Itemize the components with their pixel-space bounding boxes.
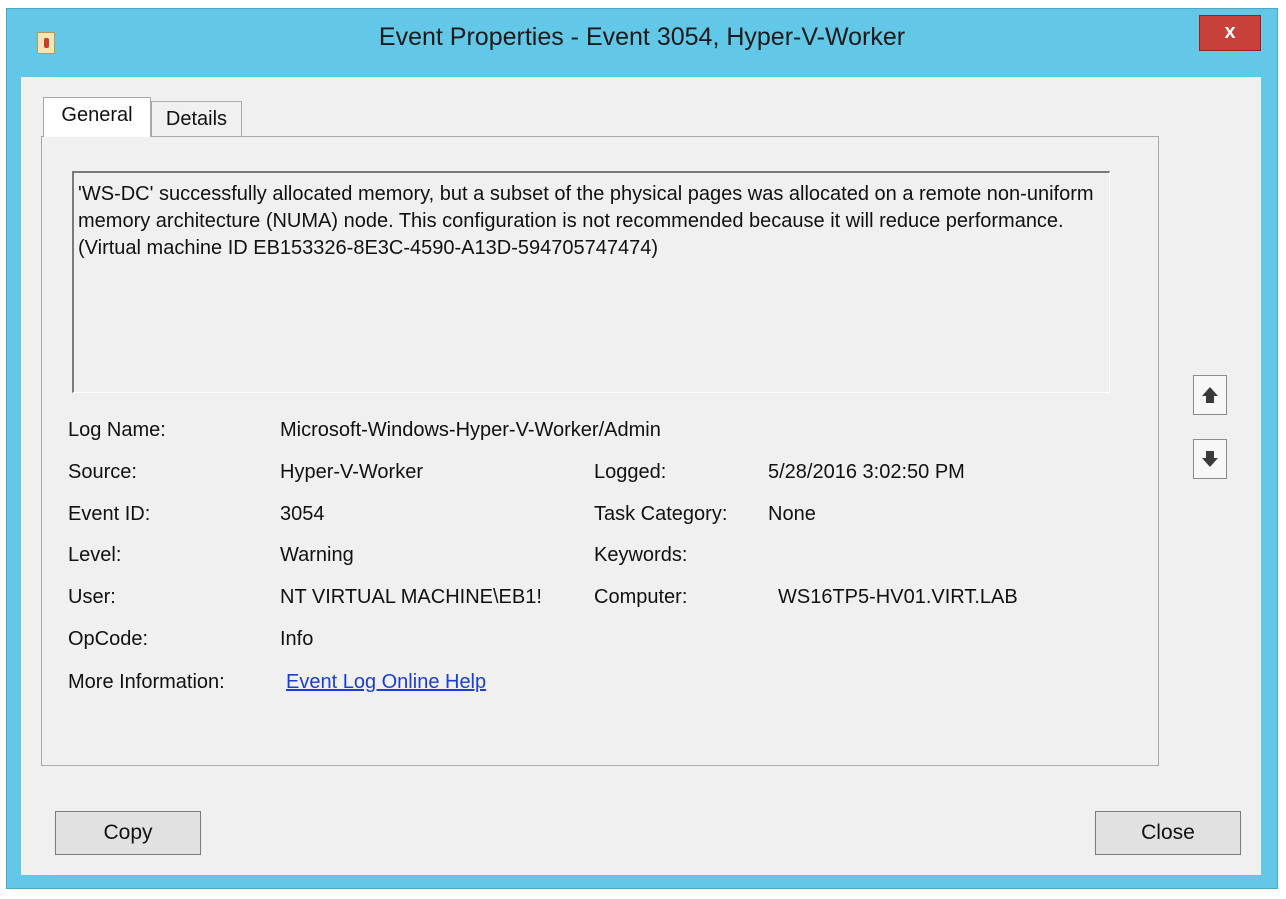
- tab-general[interactable]: General: [43, 97, 151, 137]
- event-properties-window: Event Properties - Event 3054, Hyper-V-W…: [6, 8, 1278, 889]
- next-event-button[interactable]: [1193, 439, 1227, 479]
- event-id-label: Event ID:: [68, 503, 151, 525]
- dialog-client-area: General Details 'WS-DC' successfully all…: [21, 77, 1261, 875]
- level-label: Level:: [68, 544, 122, 566]
- more-information-label: More Information:: [68, 671, 225, 693]
- event-id-value[interactable]: 3054: [280, 503, 325, 526]
- copy-button[interactable]: Copy: [55, 811, 201, 855]
- log-name-label: Log Name:: [68, 419, 166, 441]
- arrow-down-icon: [1202, 451, 1218, 467]
- source-value[interactable]: Hyper-V-Worker: [280, 461, 423, 484]
- logged-label: Logged:: [594, 461, 667, 483]
- task-category-value[interactable]: None: [768, 503, 816, 526]
- computer-value[interactable]: WS16TP5-HV01.VIRT.LAB: [778, 586, 1018, 609]
- arrow-up-icon: [1202, 387, 1218, 403]
- source-label: Source:: [68, 461, 137, 483]
- opcode-value[interactable]: Info: [280, 628, 313, 651]
- general-tab-panel: 'WS-DC' successfully allocated memory, b…: [41, 136, 1159, 766]
- keywords-label: Keywords:: [594, 544, 688, 566]
- close-button[interactable]: Close: [1095, 811, 1241, 855]
- title-bar[interactable]: Event Properties - Event 3054, Hyper-V-W…: [7, 9, 1277, 77]
- level-value[interactable]: Warning: [280, 544, 354, 567]
- window-title: Event Properties - Event 3054, Hyper-V-W…: [378, 23, 906, 51]
- event-description[interactable]: 'WS-DC' successfully allocated memory, b…: [72, 171, 1110, 393]
- user-value[interactable]: NT VIRTUAL MACHINE\EB1!: [280, 586, 578, 609]
- opcode-label: OpCode:: [68, 628, 149, 650]
- tab-details[interactable]: Details: [151, 101, 242, 137]
- computer-label: Computer:: [594, 586, 688, 608]
- user-label: User:: [68, 586, 116, 608]
- close-window-button[interactable]: x: [1199, 15, 1261, 51]
- event-log-online-help-link[interactable]: Event Log Online Help: [286, 671, 486, 694]
- log-name-value[interactable]: Microsoft-Windows-Hyper-V-Worker/Admin: [280, 419, 661, 442]
- previous-event-button[interactable]: [1193, 375, 1227, 415]
- task-category-label: Task Category:: [594, 503, 728, 525]
- logged-value[interactable]: 5/28/2016 3:02:50 PM: [768, 461, 965, 484]
